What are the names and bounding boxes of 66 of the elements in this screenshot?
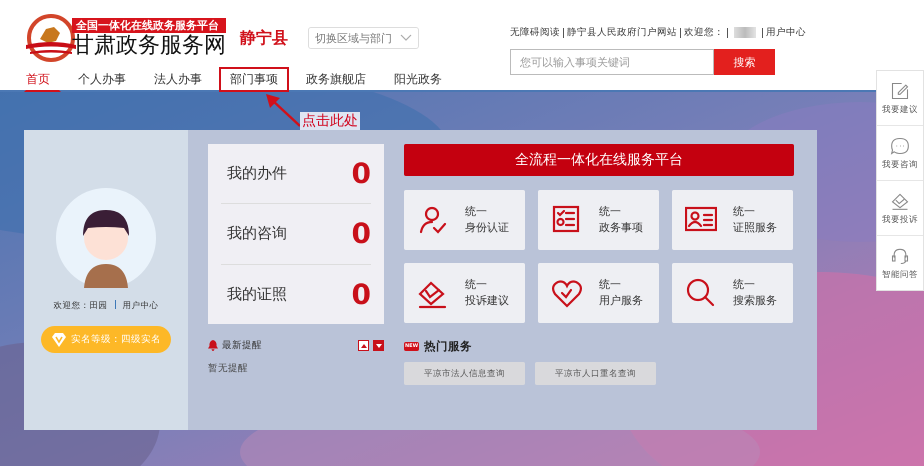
hot-service-button[interactable]: 平凉市人口重名查询 bbox=[535, 362, 656, 385]
down-triangle-icon bbox=[376, 344, 382, 348]
search-icon bbox=[685, 277, 717, 309]
annotation-text: 点击此处 bbox=[300, 112, 360, 130]
side-tool-button[interactable]: 我要投诉 bbox=[877, 181, 923, 236]
service-label: 政务事项 bbox=[599, 220, 643, 236]
nav-tab[interactable]: 法人办事 bbox=[143, 66, 213, 92]
welcome-text: 欢迎您：田园 bbox=[54, 300, 108, 312]
user-center-link[interactable]: 用户中心 bbox=[122, 300, 158, 312]
count-value: 0 bbox=[352, 157, 371, 190]
region-select[interactable]: 切换区域与部门 bbox=[308, 27, 419, 49]
site-tagline: 全国一体化在线政务服务平台 bbox=[72, 18, 226, 32]
service-label: 统一 bbox=[733, 277, 756, 293]
count-label[interactable]: 我的办件 bbox=[227, 164, 287, 184]
side-tool-button[interactable]: 我要建议 bbox=[877, 71, 923, 126]
service-label: 证照服务 bbox=[733, 220, 777, 236]
pencil-square-icon bbox=[890, 80, 910, 100]
service-tile[interactable]: 统一 政务事项 bbox=[538, 190, 659, 250]
chevron-down-icon bbox=[400, 34, 412, 42]
top-link[interactable]: 静宁县人民政府门户网站 bbox=[567, 26, 677, 39]
top-link[interactable]: 用户中心 bbox=[766, 26, 806, 39]
service-label: 统一 bbox=[465, 204, 488, 220]
site-title[interactable]: 甘肃政务服务网 bbox=[72, 32, 226, 58]
service-label: 搜索服务 bbox=[733, 293, 777, 309]
empty-message: 暂无提醒 bbox=[208, 362, 249, 375]
service-tile[interactable]: 统一 搜索服务 bbox=[672, 263, 793, 323]
count-label[interactable]: 我的咨询 bbox=[227, 224, 287, 244]
county-name: 静宁县 bbox=[240, 28, 288, 48]
service-label: 投诉建议 bbox=[465, 293, 509, 309]
hot-service-button[interactable]: 平凉市法人信息查询 bbox=[404, 362, 525, 385]
service-tile[interactable]: 统一 用户服务 bbox=[538, 263, 659, 323]
service-tile[interactable]: 统一 证照服务 bbox=[672, 190, 793, 250]
search-field[interactable]: 您可以输入事项关键词 bbox=[510, 49, 714, 75]
reminders-title: 最新提醒 bbox=[222, 339, 262, 352]
up-triangle-icon bbox=[360, 344, 366, 348]
down-arrow-button[interactable] bbox=[373, 340, 384, 351]
annotation-arrow bbox=[266, 94, 302, 128]
side-tool-button[interactable]: 智能问答 bbox=[877, 236, 923, 290]
service-tile[interactable]: 统一 投诉建议 bbox=[404, 263, 525, 323]
count-value: 0 bbox=[352, 217, 371, 250]
bell-icon bbox=[208, 340, 218, 351]
search-button[interactable]: 搜索 bbox=[714, 49, 775, 75]
person-check-icon bbox=[417, 204, 449, 236]
service-label: 用户服务 bbox=[599, 293, 643, 309]
service-label: 统一 bbox=[465, 277, 488, 293]
service-label: 身份认证 bbox=[465, 220, 509, 236]
count-value: 0 bbox=[352, 278, 371, 311]
service-tile[interactable]: 统一 身份认证 bbox=[404, 190, 525, 250]
side-tool-button[interactable]: 我要咨询 bbox=[877, 126, 923, 181]
count-label[interactable]: 我的证照 bbox=[227, 284, 287, 304]
welcome-label: 欢迎您： bbox=[684, 26, 724, 39]
service-label: 统一 bbox=[599, 277, 622, 293]
hot-services-title: 热门服务 bbox=[424, 339, 472, 354]
nav-tab[interactable]: 政务旗舰店 bbox=[295, 66, 377, 92]
nav-tab[interactable]: 个人办事 bbox=[67, 66, 137, 92]
platform-banner: 全流程一体化在线服务平台 bbox=[404, 144, 794, 176]
nav-tab[interactable]: 部门事项 bbox=[219, 66, 289, 92]
verification-level: 实名等级：四级实名 bbox=[71, 333, 161, 346]
service-label: 统一 bbox=[599, 204, 622, 220]
up-arrow-button[interactable] bbox=[358, 340, 369, 351]
service-label: 统一 bbox=[733, 204, 756, 220]
blurred-name bbox=[734, 27, 756, 38]
diamond-icon bbox=[51, 332, 67, 348]
chat-bubble-icon bbox=[890, 136, 910, 156]
top-link[interactable]: 无障碍阅读 bbox=[510, 26, 560, 39]
nav-tab[interactable]: 阳光政务 bbox=[383, 66, 453, 92]
